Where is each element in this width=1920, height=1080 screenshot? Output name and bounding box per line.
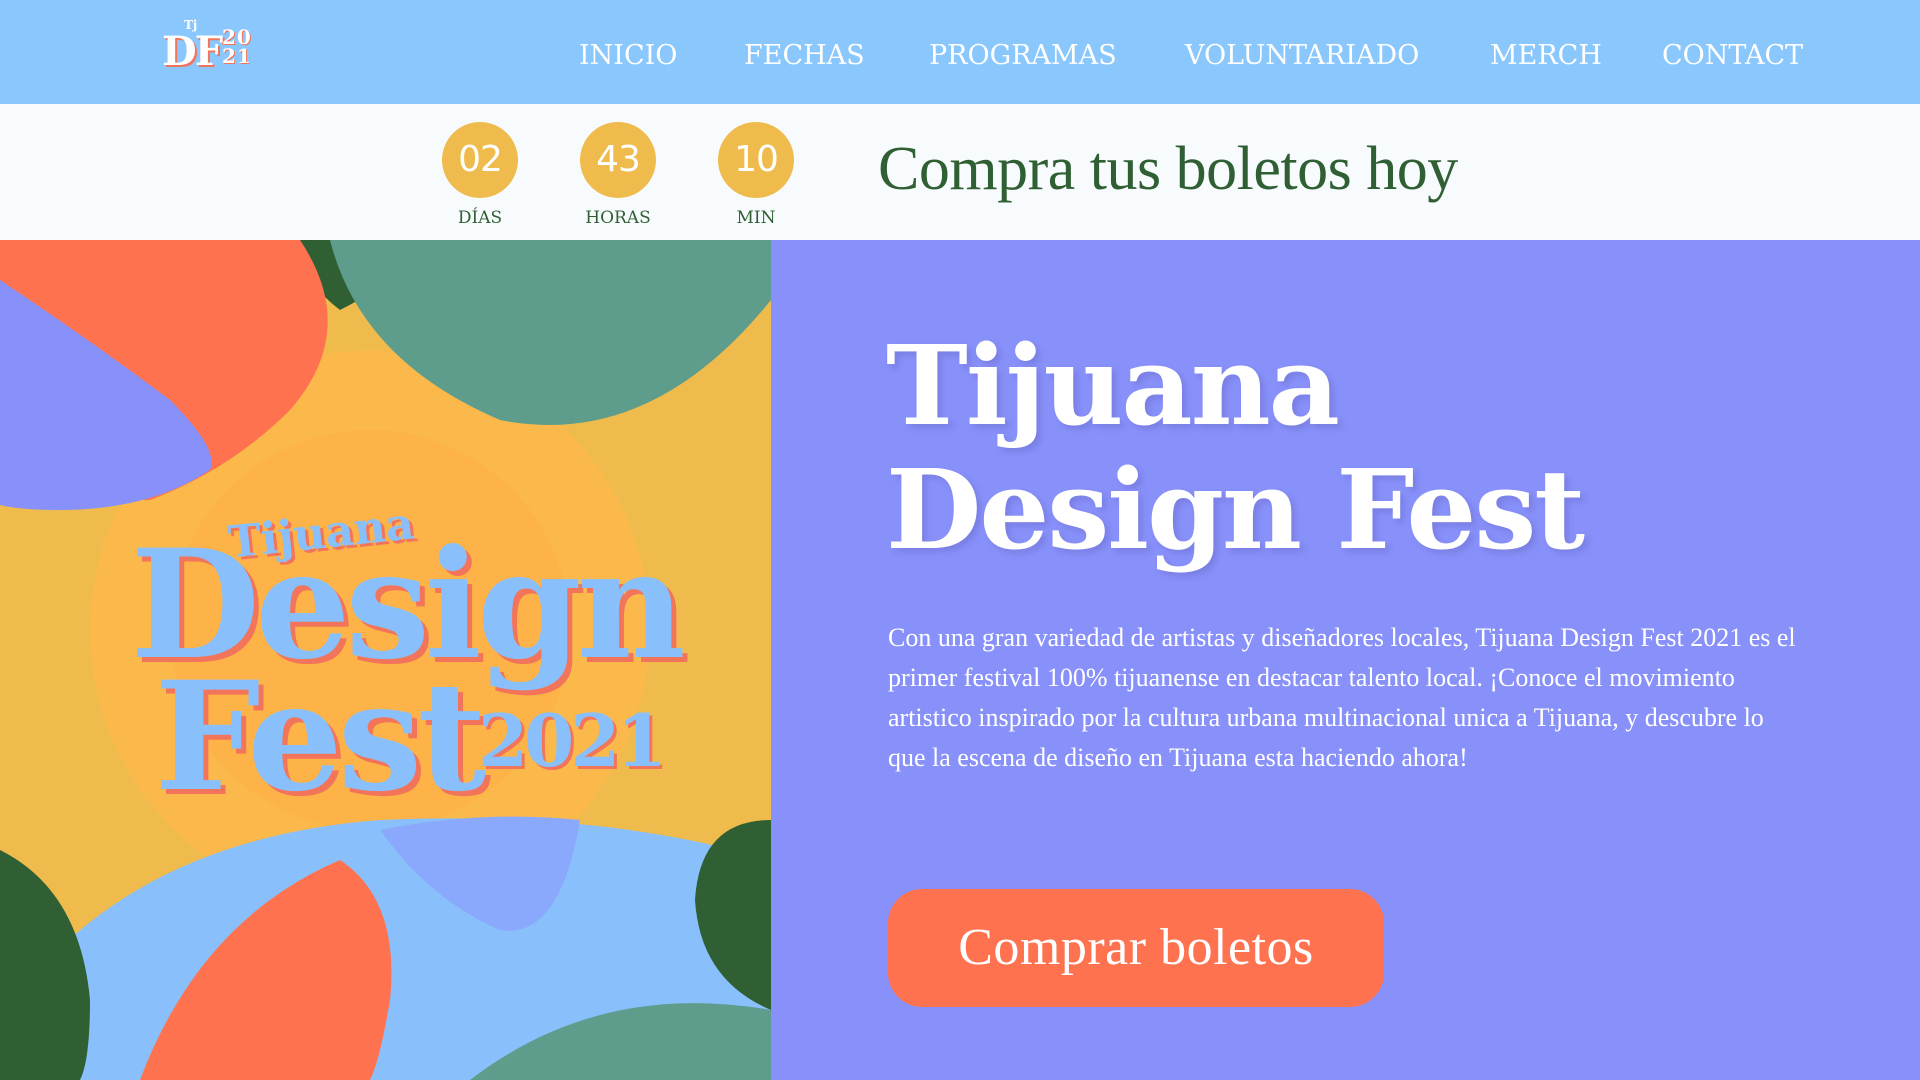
nav-item-merch[interactable]: MERCH (1490, 40, 1602, 71)
countdown-days-label: DÍAS (457, 208, 503, 228)
nav-item-fechas[interactable]: FECHAS (744, 40, 865, 71)
hero-title-line-2: Design Fest (886, 445, 1585, 574)
nav-item-voluntariado[interactable]: VOLUNTARIADO (1185, 40, 1419, 71)
countdown-days-value: 02 (442, 122, 518, 198)
countdown-hours-label: HORAS (585, 208, 651, 228)
hero-title: Tijuana Design Fest (886, 321, 1585, 574)
main-menu: INICIO FECHAS PROGRAMAS VOLUNTARIADO MER… (0, 40, 1920, 76)
hero-description: Con una gran variedad de artistas y dise… (888, 623, 1796, 772)
countdown-minutes-value: 10 (718, 122, 794, 198)
buy-tickets-button[interactable]: Comprar boletos (888, 889, 1384, 1007)
hero-title-line-1: Tijuana (886, 321, 1340, 450)
nav-item-programas[interactable]: PROGRAMAS (929, 40, 1117, 71)
countdown-minutes: 10 MIN (701, 122, 811, 228)
countdown-hours-value: 43 (580, 122, 656, 198)
poster-wordmark: Tijuana Design Fest 2021 (0, 240, 771, 1080)
top-navigation: Tj DF 20 21 INICIO FECHAS PROGRAMAS VOLUN… (0, 0, 1920, 104)
countdown-days: 02 DÍAS (425, 122, 535, 228)
nav-item-contact[interactable]: CONTACT (1662, 40, 1803, 71)
countdown-minutes-label: MIN (736, 208, 776, 228)
hero-section: Tijuana Design Fest Con una gran varieda… (771, 240, 1920, 1080)
poster-fest-text: Fest (154, 649, 486, 825)
nav-item-inicio[interactable]: INICIO (579, 40, 677, 71)
festival-poster-artwork: Tijuana Design Fest 2021 (0, 240, 771, 1080)
buy-tickets-today-link[interactable]: Compra tus boletos hoy (878, 134, 1458, 205)
countdown-hours: 43 HORAS (563, 122, 673, 228)
poster-year-text: 2021 (478, 698, 666, 783)
